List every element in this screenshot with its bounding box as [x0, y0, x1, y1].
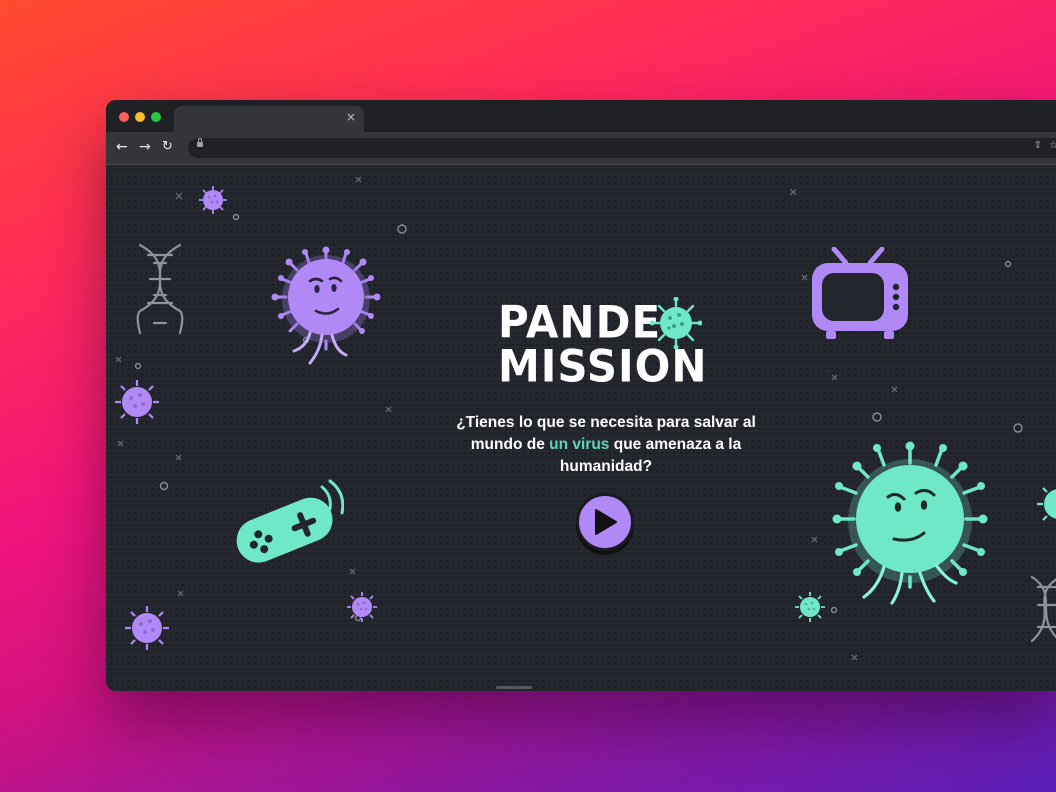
- logo-line-1: PANDE: [498, 296, 662, 349]
- page-viewport: PANDE MISSION ¿Tienes lo que se necesita…: [106, 165, 1056, 691]
- play-button[interactable]: [576, 493, 634, 551]
- tab-bar: ×: [106, 100, 1056, 132]
- virus-icon: [199, 186, 227, 214]
- close-window-button[interactable]: [119, 112, 129, 122]
- virus-icon: [650, 297, 702, 349]
- virus-icon: [347, 592, 377, 622]
- gamepad-icon: [236, 479, 344, 563]
- address-bar[interactable]: ⇪ ☆: [188, 138, 1056, 158]
- dna-icon: [1030, 575, 1056, 643]
- tab-close-icon[interactable]: ×: [346, 110, 356, 124]
- logo-line-2: MISSION: [498, 340, 708, 393]
- tagline-highlight: un virus: [549, 436, 610, 453]
- forward-arrow-icon[interactable]: →: [139, 139, 151, 155]
- reload-icon[interactable]: ↻: [162, 139, 173, 155]
- tv-icon: [812, 247, 908, 339]
- bookmark-star-icon[interactable]: ☆: [1049, 140, 1056, 151]
- play-icon: [595, 509, 617, 535]
- hero-tagline: ¿Tienes lo que se necesita para salvar a…: [436, 412, 776, 478]
- virus-icon: [795, 592, 825, 622]
- back-arrow-icon[interactable]: ←: [116, 139, 128, 155]
- virus-character-icon: [271, 246, 381, 365]
- browser-window: × ← → ↻ ⇪ ☆ PANDE MISSION ¿Tienes lo que…: [106, 100, 1056, 691]
- minimize-window-button[interactable]: [135, 112, 145, 122]
- browser-toolbar: ← → ↻ ⇪ ☆: [106, 132, 1056, 165]
- virus-icon: [1037, 487, 1056, 521]
- dna-icon: [136, 243, 184, 335]
- horizontal-scrollbar[interactable]: [496, 686, 532, 689]
- maximize-window-button[interactable]: [151, 112, 161, 122]
- logo: PANDE MISSION: [498, 296, 708, 393]
- virus-icon: [115, 380, 159, 424]
- virus-icon: [125, 606, 169, 650]
- browser-tab[interactable]: ×: [174, 106, 364, 132]
- share-icon[interactable]: ⇪: [1034, 140, 1042, 151]
- lock-icon: [197, 138, 203, 147]
- virus-character-icon: [832, 441, 988, 605]
